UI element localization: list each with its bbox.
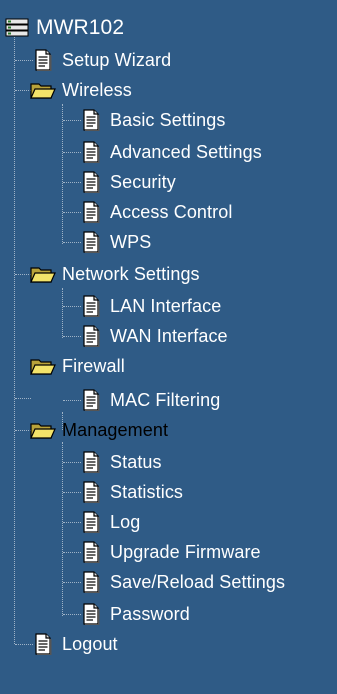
nav-password-label: Password xyxy=(110,604,190,624)
open-folder-icon xyxy=(30,79,56,101)
tree-connector xyxy=(63,306,81,307)
nav-statistics[interactable]: Statistics xyxy=(80,480,183,504)
document-icon xyxy=(80,141,102,163)
tree-connector xyxy=(63,614,81,615)
nav-lan-interface-label: LAN Interface xyxy=(110,296,222,316)
nav-advanced-settings[interactable]: Advanced Settings xyxy=(80,140,262,164)
tree-connector xyxy=(63,582,81,583)
nav-folder-management[interactable]: Management xyxy=(30,418,168,442)
document-icon xyxy=(80,389,102,411)
nav-mac-filtering-label: MAC Filtering xyxy=(110,390,221,410)
open-folder-icon xyxy=(30,419,56,441)
nav-status[interactable]: Status xyxy=(80,450,162,474)
document-icon xyxy=(80,603,102,625)
document-icon xyxy=(80,451,102,473)
document-icon xyxy=(80,171,102,193)
nav-basic-settings-label: Basic Settings xyxy=(110,110,226,130)
tree-connector xyxy=(14,32,15,644)
nav-folder-firewall[interactable]: Firewall xyxy=(30,354,125,378)
document-icon xyxy=(32,633,54,655)
tree-connector xyxy=(63,212,81,213)
nav-folder-network-settings-label: Network Settings xyxy=(62,264,200,284)
tree-connector xyxy=(63,336,81,337)
nav-folder-wireless-label: Wireless xyxy=(62,80,132,100)
tree-connector xyxy=(63,462,81,463)
tree-connector xyxy=(63,120,81,121)
tree-connector xyxy=(63,522,81,523)
nav-wan-interface[interactable]: WAN Interface xyxy=(80,324,228,348)
tree-root-label: MWR102 xyxy=(36,16,125,39)
document-icon xyxy=(80,571,102,593)
tree-connector xyxy=(15,60,33,61)
nav-folder-network-settings[interactable]: Network Settings xyxy=(30,262,200,286)
tree-connector xyxy=(63,492,81,493)
nav-save-reload-settings-label: Save/Reload Settings xyxy=(110,572,286,592)
document-icon xyxy=(80,541,102,563)
nav-setup-wizard[interactable]: Setup Wizard xyxy=(32,48,171,72)
nav-password[interactable]: Password xyxy=(80,602,190,626)
nav-advanced-settings-label: Advanced Settings xyxy=(110,142,262,162)
nav-log[interactable]: Log xyxy=(80,510,140,534)
nav-mac-filtering[interactable]: MAC Filtering xyxy=(80,388,220,412)
document-icon xyxy=(32,49,54,71)
open-folder-icon xyxy=(30,263,56,285)
nav-folder-wireless[interactable]: Wireless xyxy=(30,78,132,102)
nav-log-label: Log xyxy=(110,512,141,532)
tree-connector xyxy=(62,104,63,244)
tree-root-mwr102[interactable]: MWR102 xyxy=(4,16,124,40)
document-icon xyxy=(80,109,102,131)
tree-connector xyxy=(62,288,63,338)
nav-logout-label: Logout xyxy=(62,634,118,654)
nav-access-control-label: Access Control xyxy=(110,202,233,222)
tree-connector xyxy=(63,242,81,243)
nav-security-label: Security xyxy=(110,172,176,192)
nav-wps[interactable]: WPS xyxy=(80,230,151,254)
nav-wps-label: WPS xyxy=(110,232,152,252)
tree-connector xyxy=(62,442,63,616)
nav-status-label: Status xyxy=(110,452,162,472)
navigation-tree: MWR102 Setup Wizard Wireless Basic Setti… xyxy=(0,0,337,694)
nav-statistics-label: Statistics xyxy=(110,482,184,502)
tree-connector xyxy=(63,152,81,153)
nav-access-control[interactable]: Access Control xyxy=(80,200,232,224)
document-icon xyxy=(80,231,102,253)
nav-folder-management-label: Management xyxy=(62,420,169,440)
document-icon xyxy=(80,325,102,347)
document-icon xyxy=(80,201,102,223)
tree-connector xyxy=(63,400,81,401)
document-icon xyxy=(80,295,102,317)
nav-folder-firewall-label: Firewall xyxy=(62,356,125,376)
open-folder-icon xyxy=(30,355,56,377)
document-icon xyxy=(80,511,102,533)
tree-connector xyxy=(63,182,81,183)
nav-logout[interactable]: Logout xyxy=(32,632,118,656)
nav-upgrade-firmware-label: Upgrade Firmware xyxy=(110,542,261,562)
tree-connector xyxy=(15,274,31,275)
tree-connector xyxy=(15,644,33,645)
router-icon xyxy=(4,17,30,39)
nav-lan-interface[interactable]: LAN Interface xyxy=(80,294,221,318)
nav-setup-wizard-label: Setup Wizard xyxy=(62,50,172,70)
nav-upgrade-firmware[interactable]: Upgrade Firmware xyxy=(80,540,261,564)
tree-connector xyxy=(15,430,31,431)
nav-wan-interface-label: WAN Interface xyxy=(110,326,228,346)
nav-save-reload-settings[interactable]: Save/Reload Settings xyxy=(80,570,285,594)
tree-connector xyxy=(15,398,31,399)
tree-connector xyxy=(63,552,81,553)
document-icon xyxy=(80,481,102,503)
nav-basic-settings[interactable]: Basic Settings xyxy=(80,108,225,132)
tree-connector xyxy=(15,90,31,91)
nav-security[interactable]: Security xyxy=(80,170,176,194)
